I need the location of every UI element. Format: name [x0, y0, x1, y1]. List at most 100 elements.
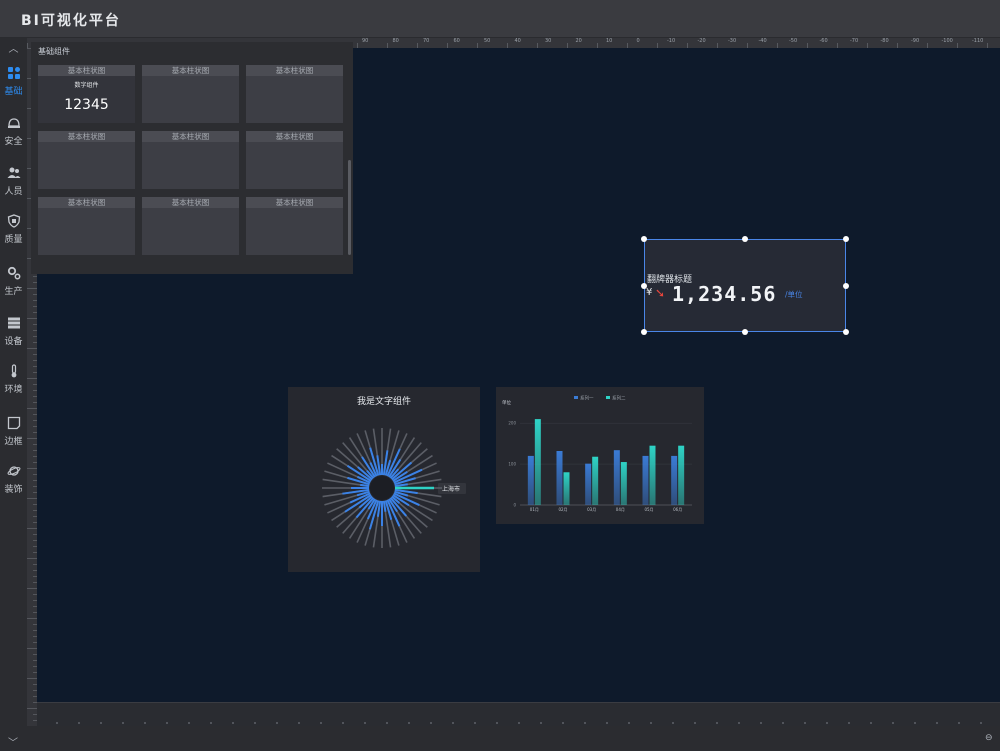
flip-digit: 1 [672, 282, 686, 306]
component-cell[interactable]: 基本柱状图 [246, 65, 343, 123]
people-icon [7, 167, 20, 178]
ruler-label: -60 [819, 38, 828, 44]
ruler-label: 0 [636, 38, 640, 44]
sidebar-item-equipment[interactable]: 设备 [0, 316, 27, 360]
sidebar-item-label: 安全 [4, 137, 23, 147]
strip-dot [166, 722, 168, 724]
top-bar: BI可视化平台 [0, 0, 1000, 38]
strip-dot [782, 722, 784, 724]
component-caption: 基本柱状图 [142, 131, 239, 142]
sidebar-up-arrow-icon[interactable]: ︿ [0, 40, 27, 55]
component-cell[interactable]: 基本柱状图 数字组件 12345 [38, 65, 135, 123]
strip-dot [210, 722, 212, 724]
resize-handle-top[interactable] [742, 236, 748, 242]
ruler-label: -50 [789, 38, 798, 44]
radial-value-spoke [360, 483, 370, 488]
thermometer-icon [11, 364, 16, 378]
component-cell[interactable]: 基本柱状图 [142, 131, 239, 189]
legend-swatch [574, 396, 578, 399]
ruler-label: -70 [850, 38, 859, 44]
strip-dot [78, 722, 80, 724]
ruler-label: -110 [972, 38, 984, 44]
component-cell[interactable]: 基本柱状图 [38, 197, 135, 255]
ruler-label: 10 [606, 38, 613, 44]
resize-handle-left[interactable] [641, 283, 647, 289]
sidebar-item-decoration[interactable]: 装饰 [0, 464, 27, 508]
sidebar-item-label: 设备 [4, 337, 23, 347]
bar-chart-widget[interactable]: 系列一 系列二 单位 0 100 200 01月 02月 03月 04月 05月 06月 [496, 387, 704, 524]
sidebar-item-label: 生产 [4, 287, 23, 297]
component-caption: 基本柱状图 [246, 197, 343, 208]
server-icon [7, 317, 20, 329]
component-caption: 基本柱状图 [38, 131, 135, 142]
component-cell[interactable]: 基本柱状图 [38, 131, 135, 189]
x-tick-label: 02月 [558, 507, 567, 512]
chevron-down-icon[interactable]: ﹀ [8, 734, 18, 749]
strip-dot [496, 722, 498, 724]
strip-dot [694, 722, 696, 724]
x-tick-label: 06月 [673, 507, 682, 512]
component-caption: 基本柱状图 [246, 65, 343, 76]
strip-dot [606, 722, 608, 724]
strip-dot [650, 722, 652, 724]
strip-dot [408, 722, 410, 724]
sidebar-item-label: 装饰 [4, 485, 23, 495]
strip-ticks [56, 722, 982, 724]
resize-handle-right[interactable] [843, 283, 849, 289]
resize-handle-bottom-right[interactable] [843, 329, 849, 335]
sidebar-item-label: 人员 [4, 187, 23, 197]
ruler-label: 80 [392, 38, 399, 44]
component-caption: 基本柱状图 [38, 197, 135, 208]
radial-center [370, 476, 394, 500]
resize-handle-top-right[interactable] [843, 236, 849, 242]
flip-prefix: ¥ [646, 287, 653, 298]
ruler-label: -30 [728, 38, 737, 44]
resize-handle-bottom-left[interactable] [641, 329, 647, 335]
ruler-label: 20 [575, 38, 582, 44]
sidebar-item-label: 边框 [4, 437, 23, 447]
sidebar-item-quality[interactable]: 质量 [0, 214, 27, 258]
strip-dot [760, 722, 762, 724]
sidebar-item-environment[interactable]: 环境 [0, 364, 27, 408]
bar [585, 463, 592, 505]
strip-dot [826, 722, 828, 724]
strip-dot [188, 722, 190, 724]
bar [592, 456, 599, 505]
trend-down-arrow-icon: ➘ [655, 286, 666, 300]
zoom-out-icon[interactable]: ⊖ [985, 733, 993, 743]
number-component-value: 12345 [64, 97, 109, 113]
sidebar-item-personnel[interactable]: 人员 [0, 166, 27, 210]
strip-dot [914, 722, 916, 724]
ruler-label: 90 [362, 38, 369, 44]
resize-handle-bottom[interactable] [742, 329, 748, 335]
strip-dot [628, 722, 630, 724]
x-tick-label: 04月 [616, 507, 625, 512]
panel-scrollbar[interactable] [348, 160, 351, 255]
component-panel: 基础组件 基本柱状图 数字组件 12345 基本柱状图 基本柱状图 基本柱状图 … [31, 42, 353, 274]
resize-handle-top-left[interactable] [641, 236, 647, 242]
panel-title: 基础组件 [38, 47, 70, 56]
bar [620, 462, 627, 505]
sidebar-item-border[interactable]: 边框 [0, 416, 27, 460]
component-cell[interactable]: 基本柱状图 [142, 65, 239, 123]
strip-dot [980, 722, 982, 724]
component-caption: 基本柱状图 [142, 197, 239, 208]
radial-bar-widget[interactable]: 我是文字组件 上海市 [288, 387, 480, 572]
component-cell[interactable]: 基本柱状图 [246, 131, 343, 189]
flip-counter-widget[interactable]: 翻牌器标题 ¥ ➘ 1 , 2 3 4 . 5 6 /单位 [641, 236, 849, 335]
strip-dot [56, 722, 58, 724]
ruler-label: -80 [880, 38, 889, 44]
strip-dot [100, 722, 102, 724]
component-cell[interactable]: 基本柱状图 [142, 197, 239, 255]
strip-dot [320, 722, 322, 724]
sidebar-item-basic[interactable]: 基础 [0, 66, 27, 110]
sidebar-item-safety[interactable]: 安全 [0, 116, 27, 160]
flip-digit: . [737, 282, 751, 306]
sidebar-item-production[interactable]: 生产 [0, 266, 27, 310]
component-cell[interactable]: 基本柱状图 [246, 197, 343, 255]
y-tick-label: 100 [508, 462, 516, 467]
bar [527, 455, 534, 505]
x-tick-label: 03月 [587, 507, 596, 512]
bottom-bar: ﹀ ⊖ [0, 726, 1000, 751]
strip-dot [144, 722, 146, 724]
